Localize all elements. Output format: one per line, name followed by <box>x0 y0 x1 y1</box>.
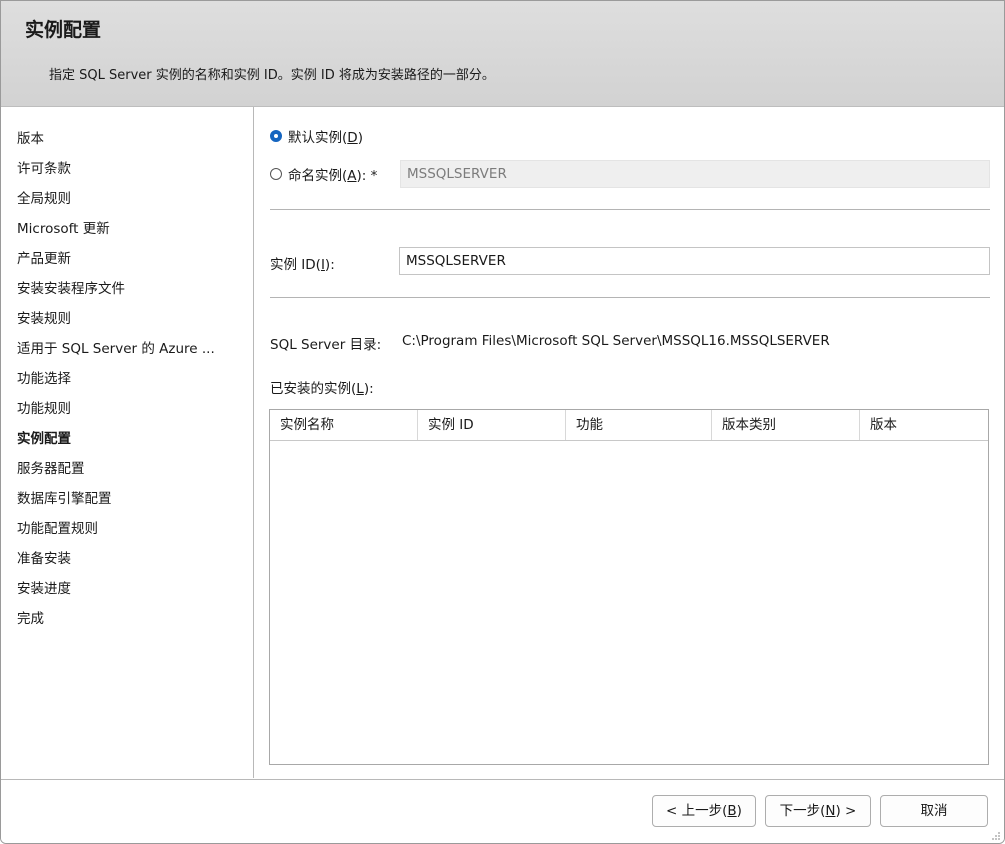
instance-id-label: 实例 ID(I): <box>270 257 335 273</box>
sidebar-item-complete[interactable]: 完成 <box>17 607 44 627</box>
sidebar-item-ready-to-install[interactable]: 准备安装 <box>17 547 71 567</box>
sidebar-item-azure-extension[interactable]: 适用于 SQL Server 的 Azure ... <box>17 337 215 357</box>
default-instance-radio[interactable] <box>270 130 282 142</box>
named-instance-input[interactable]: MSSQLSERVER <box>400 160 990 188</box>
installed-instances-label: 已安装的实例(L): <box>270 381 374 397</box>
named-instance-label: 命名实例(A): * <box>288 168 378 184</box>
divider <box>270 297 990 298</box>
installed-instances-table[interactable]: 实例名称 实例 ID 功能 版本类别 版本 <box>269 409 989 765</box>
table-header: 实例名称 实例 ID 功能 版本类别 版本 <box>270 410 988 441</box>
sidebar: 版本 许可条款 全局规则 Microsoft 更新 产品更新 安装安装程序文件 … <box>1 107 254 778</box>
column-header-features[interactable]: 功能 <box>566 410 712 440</box>
resize-grip-icon[interactable] <box>991 831 1001 841</box>
sidebar-item-install-rules[interactable]: 安装规则 <box>17 307 71 327</box>
sql-server-directory-label: SQL Server 目录: <box>270 337 382 353</box>
sidebar-item-installation-progress[interactable]: 安装进度 <box>17 577 71 597</box>
sidebar-item-feature-selection[interactable]: 功能选择 <box>17 367 71 387</box>
sidebar-item-feature-rules[interactable]: 功能规则 <box>17 397 71 417</box>
page-title: 实例配置 <box>25 19 102 41</box>
sidebar-item-license-terms[interactable]: 许可条款 <box>17 157 71 177</box>
page-header: 实例配置 指定 SQL Server 实例的名称和实例 ID。实例 ID 将成为… <box>1 1 1004 107</box>
sidebar-item-instance-configuration[interactable]: 实例配置 <box>17 427 71 447</box>
next-button[interactable]: 下一步(N) > <box>765 795 871 827</box>
back-button[interactable]: < 上一步(B) <box>652 795 756 827</box>
setup-window: 实例配置 指定 SQL Server 实例的名称和实例 ID。实例 ID 将成为… <box>0 0 1005 844</box>
named-instance-option[interactable]: 命名实例(A): * <box>270 164 377 184</box>
sidebar-item-install-setup-files[interactable]: 安装安装程序文件 <box>17 277 125 297</box>
sidebar-item-edition[interactable]: 版本 <box>17 127 44 147</box>
sql-server-directory-value: C:\Program Files\Microsoft SQL Server\MS… <box>402 333 830 349</box>
footer: < 上一步(B) 下一步(N) > 取消 <box>1 779 1004 843</box>
sidebar-item-microsoft-update[interactable]: Microsoft 更新 <box>17 217 110 237</box>
divider <box>270 209 990 210</box>
sidebar-item-server-configuration[interactable]: 服务器配置 <box>17 457 85 477</box>
default-instance-option[interactable]: 默认实例(D) <box>270 126 363 146</box>
default-instance-label: 默认实例(D) <box>288 130 363 146</box>
sidebar-item-feature-configuration-rules[interactable]: 功能配置规则 <box>17 517 98 537</box>
page-description: 指定 SQL Server 实例的名称和实例 ID。实例 ID 将成为安装路径的… <box>49 68 495 83</box>
column-header-version[interactable]: 版本 <box>860 410 988 440</box>
column-header-edition[interactable]: 版本类别 <box>712 410 860 440</box>
column-header-instance-id[interactable]: 实例 ID <box>418 410 566 440</box>
column-header-instance-name[interactable]: 实例名称 <box>270 410 418 440</box>
sidebar-item-product-updates[interactable]: 产品更新 <box>17 247 71 267</box>
sidebar-item-database-engine-configuration[interactable]: 数据库引擎配置 <box>17 487 112 507</box>
cancel-button[interactable]: 取消 <box>880 795 988 827</box>
sidebar-item-global-rules[interactable]: 全局规则 <box>17 187 71 207</box>
named-instance-radio[interactable] <box>270 168 282 180</box>
content-panel: 默认实例(D) 命名实例(A): * MSSQLSERVER 实例 ID(I):… <box>254 107 1004 778</box>
instance-id-input[interactable]: MSSQLSERVER <box>399 247 990 275</box>
